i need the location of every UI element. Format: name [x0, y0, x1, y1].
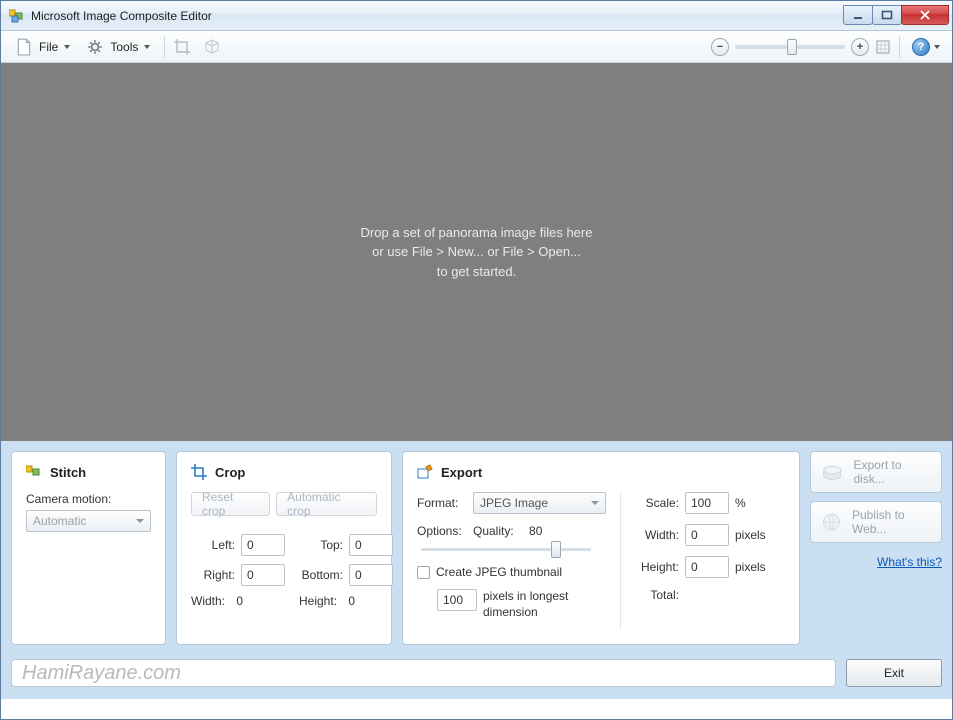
crop-top-input[interactable]: 0 [349, 534, 393, 556]
minimize-button[interactable] [843, 5, 873, 25]
whats-this-link[interactable]: What's this? [810, 551, 942, 569]
stitch-icon [26, 464, 42, 480]
format-select[interactable]: JPEG Image [473, 492, 606, 514]
crop-bottom-label: Bottom: [299, 568, 343, 582]
fit-to-screen-icon[interactable] [875, 39, 891, 55]
export-height-unit: pixels [735, 560, 766, 574]
file-menu[interactable]: File [9, 34, 76, 60]
help-icon: ? [912, 38, 930, 56]
export-to-disk-button[interactable]: Export to disk... [810, 451, 942, 493]
tools-menu-label: Tools [110, 40, 138, 54]
camera-motion-label: Camera motion: [26, 492, 151, 506]
export-height-input[interactable]: 0 [685, 556, 729, 578]
create-thumbnail-label: Create JPEG thumbnail [436, 565, 562, 579]
maximize-button[interactable] [872, 5, 902, 25]
canvas-hint-line2: or use File > New... or File > Open... [372, 242, 581, 262]
crop-panel: Crop Reset crop Automatic crop Left: 0 To… [176, 451, 392, 645]
camera-motion-value: Automatic [33, 514, 86, 528]
quality-slider[interactable] [421, 548, 591, 551]
crop-tool-icon[interactable] [173, 38, 191, 56]
globe-icon [821, 510, 842, 534]
side-buttons: Export to disk... Publish to Web... What… [810, 451, 942, 645]
caret-down-icon [591, 501, 599, 505]
disk-icon [821, 460, 844, 484]
crop-left-label: Left: [191, 538, 235, 552]
format-label: Format: [417, 496, 467, 510]
crop-bottom-input[interactable]: 0 [349, 564, 393, 586]
separator [620, 492, 621, 630]
stitch-title: Stitch [50, 465, 86, 480]
status-text: HamiRayane.com [11, 659, 836, 687]
crop-left-input[interactable]: 0 [241, 534, 285, 556]
app-icon [9, 8, 25, 24]
caret-down-icon [934, 45, 940, 49]
total-label: Total: [635, 588, 679, 602]
automatic-crop-button[interactable]: Automatic crop [276, 492, 377, 516]
help-menu[interactable]: ? [908, 36, 944, 58]
window-controls [844, 5, 949, 25]
create-thumbnail-checkbox[interactable]: Create JPEG thumbnail [417, 565, 606, 579]
canvas-drop-area[interactable]: Drop a set of panorama image files here … [1, 63, 952, 441]
canvas-hint-line1: Drop a set of panorama image files here [361, 223, 593, 243]
crop-right-label: Right: [191, 568, 235, 582]
publish-to-web-button[interactable]: Publish to Web... [810, 501, 942, 543]
format-value: JPEG Image [480, 496, 548, 510]
status-bar: HamiRayane.com Exit [1, 655, 952, 699]
cube-tool-icon[interactable] [203, 38, 221, 56]
checkbox-icon [417, 566, 430, 579]
export-icon [417, 464, 433, 480]
camera-motion-select[interactable]: Automatic [26, 510, 151, 532]
file-icon [15, 38, 33, 56]
crop-height-value: 0 [348, 594, 355, 608]
scale-label: Scale: [635, 496, 679, 510]
quality-value: 80 [529, 524, 542, 538]
export-width-unit: pixels [735, 528, 766, 542]
app-window: Microsoft Image Composite Editor File To… [0, 0, 953, 720]
quality-label: Quality: [473, 524, 514, 538]
crop-width-value: 0 [236, 594, 243, 608]
crop-icon [191, 464, 207, 480]
export-title: Export [441, 465, 482, 480]
crop-height-label: Height: [299, 594, 337, 608]
thumbnail-suffix: pixels in longest dimension [483, 589, 593, 620]
export-panel: Export Format: JPEG Image Options: Quali… [402, 451, 800, 645]
export-to-disk-label: Export to disk... [854, 458, 932, 487]
caret-down-icon [136, 519, 144, 523]
stitch-panel: Stitch Camera motion: Automatic [11, 451, 166, 645]
options-label: Options: [417, 524, 467, 538]
crop-top-label: Top: [299, 538, 343, 552]
titlebar: Microsoft Image Composite Editor [1, 1, 952, 31]
gear-icon [86, 38, 104, 56]
canvas-hint-line3: to get started. [437, 262, 517, 282]
publish-to-web-label: Publish to Web... [852, 508, 931, 537]
reset-crop-button[interactable]: Reset crop [191, 492, 270, 516]
crop-width-label: Width: [191, 594, 225, 608]
zoom-in-button[interactable]: + [851, 38, 869, 56]
zoom-out-button[interactable]: − [711, 38, 729, 56]
window-title: Microsoft Image Composite Editor [31, 9, 844, 23]
file-menu-label: File [39, 40, 58, 54]
tools-menu[interactable]: Tools [80, 34, 156, 60]
thumbnail-size-input[interactable]: 100 [437, 589, 477, 611]
export-width-input[interactable]: 0 [685, 524, 729, 546]
caret-down-icon [64, 45, 70, 49]
zoom-controls: − + [711, 38, 891, 56]
export-height-label: Height: [635, 560, 679, 574]
close-button[interactable] [901, 5, 949, 25]
export-width-label: Width: [635, 528, 679, 542]
panels-row: Stitch Camera motion: Automatic Crop Res… [1, 441, 952, 655]
toolbar: File Tools − + ? [1, 31, 952, 63]
crop-title: Crop [215, 465, 245, 480]
zoom-slider[interactable] [735, 45, 845, 49]
zoom-slider-thumb[interactable] [787, 39, 797, 55]
separator [164, 36, 165, 58]
exit-button[interactable]: Exit [846, 659, 942, 687]
crop-right-input[interactable]: 0 [241, 564, 285, 586]
quality-slider-thumb[interactable] [551, 541, 561, 558]
scale-input[interactable]: 100 [685, 492, 729, 514]
separator [899, 36, 900, 58]
scale-unit: % [735, 496, 746, 510]
caret-down-icon [144, 45, 150, 49]
